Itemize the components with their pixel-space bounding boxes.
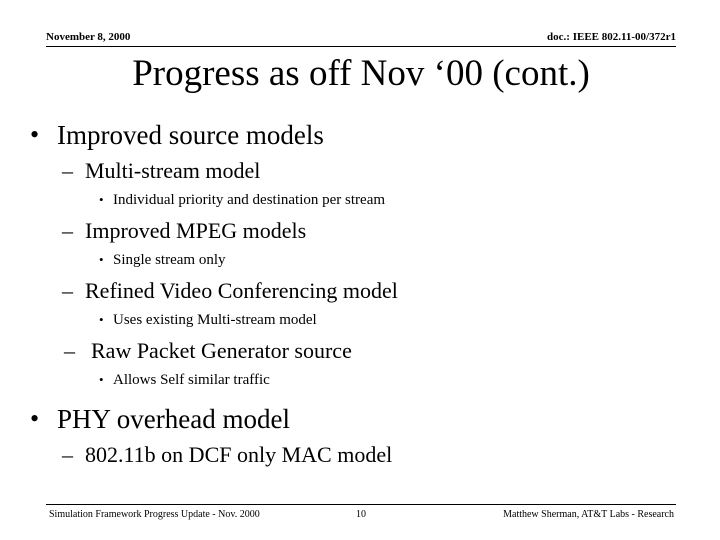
list-item-label: Refined Video Conferencing model [85,278,398,303]
header-date: November 8, 2000 [46,31,131,43]
list-item-label: Individual priority and destination per … [113,192,386,208]
list-item-label: Allows Self similar traffic [113,372,270,388]
dash-marker-icon: – [64,338,75,363]
slide: November 8, 2000 doc.: IEEE 802.11-00/37… [0,0,720,540]
list-item: – 802.11b on DCF only MAC model [0,440,720,472]
list-item-label: Raw Packet Generator source [91,338,352,363]
list-item: • Improved source models [0,118,720,156]
bullet-marker-icon: • [30,404,40,433]
list-item-label: Multi-stream model [85,158,261,183]
list-item: • Individual priority and destination pe… [0,188,720,216]
bullet-marker-icon: • [99,252,104,267]
footer-author: Matthew Sherman, AT&T Labs - Research [503,509,674,520]
list-item: • PHY overhead model [0,402,720,440]
list-item: – Refined Video Conferencing model [0,276,720,308]
dash-marker-icon: – [62,218,73,243]
list-item: – Multi-stream model [0,156,720,188]
header-divider [46,46,676,47]
list-item: – Raw Packet Generator source [0,336,720,368]
list-item-label: Improved source models [57,120,324,150]
header-document-number: doc.: IEEE 802.11-00/372r1 [547,31,676,43]
dash-marker-icon: – [62,158,73,183]
list-item-label: PHY overhead model [57,404,290,434]
list-item-label: Uses existing Multi-stream model [113,312,317,328]
dash-marker-icon: – [62,442,73,467]
list-item: • Allows Self similar traffic [0,368,720,396]
footer-divider [46,504,676,505]
bullet-marker-icon: • [99,372,104,387]
list-item-label: 802.11b on DCF only MAC model [85,442,393,467]
slide-footer: Simulation Framework Progress Update - N… [46,504,676,524]
slide-body: • Improved source models – Multi-stream … [0,118,720,472]
dash-marker-icon: – [62,278,73,303]
list-item: • Uses existing Multi-stream model [0,308,720,336]
list-item: – Improved MPEG models [0,216,720,248]
list-item-label: Improved MPEG models [85,218,307,243]
page-title: Progress as off Nov ‘00 (cont.) [132,53,590,94]
bullet-marker-icon: • [30,120,40,149]
slide-header: November 8, 2000 doc.: IEEE 802.11-00/37… [46,30,676,48]
bullet-marker-icon: • [99,192,104,207]
list-item: • Single stream only [0,248,720,276]
bullet-marker-icon: • [99,312,104,327]
list-item-label: Single stream only [113,252,226,268]
